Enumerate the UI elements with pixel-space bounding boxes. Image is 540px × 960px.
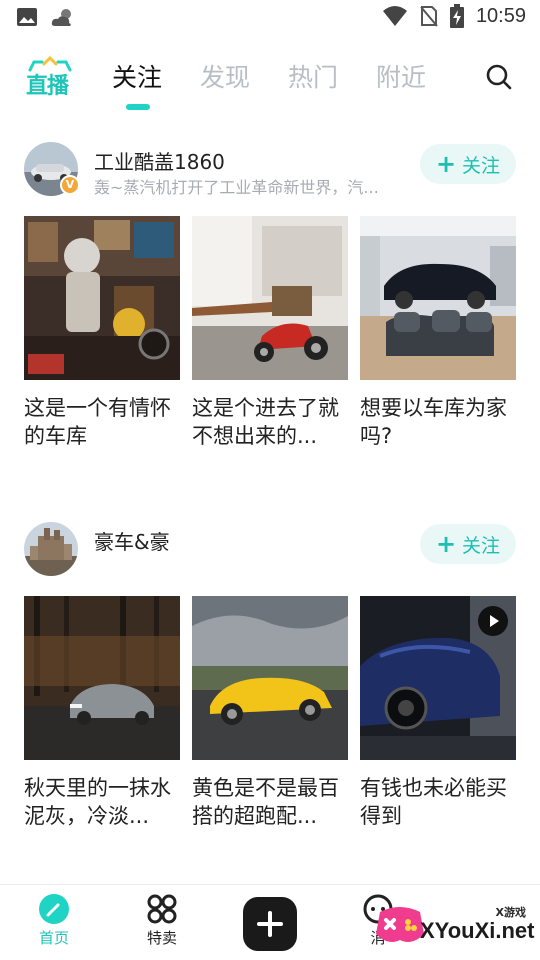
tab-nearby[interactable]: 附近 xyxy=(376,58,426,94)
plus-icon: + xyxy=(435,530,457,558)
verified-badge: V xyxy=(60,175,80,195)
nav-home[interactable]: 首页 xyxy=(14,893,94,948)
follow-button[interactable]: + 关注 xyxy=(420,144,516,184)
post-thumbnail[interactable] xyxy=(360,216,516,380)
post-thumbnail[interactable] xyxy=(360,596,516,760)
live-logo-text: 直播 xyxy=(26,74,69,99)
create-plus-icon xyxy=(257,911,283,937)
post-thumbnails xyxy=(24,596,516,760)
feed-card: 豪车&豪 + 关注 秋天里的一抹水泥灰，冷淡... 黄色是不是最百搭的超跑配..… xyxy=(24,522,516,842)
play-icon xyxy=(478,606,508,636)
search-icon[interactable] xyxy=(484,62,514,92)
plus-icon: + xyxy=(435,150,457,178)
weather-icon xyxy=(51,9,71,26)
nav-sale-label: 特卖 xyxy=(146,929,177,947)
battery-charging-icon xyxy=(449,4,464,28)
sale-grid-icon xyxy=(147,894,177,924)
status-bar: 10:59 xyxy=(0,0,540,36)
watermark-main: XYouXi.net xyxy=(420,918,535,943)
post-caption[interactable]: 有钱也未必能买得到 xyxy=(360,774,516,830)
avatar[interactable] xyxy=(24,522,78,576)
top-nav: 直播 关注 发现 热门 附近 xyxy=(0,48,540,110)
tab-following[interactable]: 关注 xyxy=(112,58,162,94)
home-compass-icon xyxy=(39,894,69,924)
tab-hot[interactable]: 热门 xyxy=(288,58,338,94)
status-time: 10:59 xyxy=(475,4,526,27)
post-caption[interactable]: 这是一个有情怀的车库 xyxy=(24,394,180,450)
post-thumbnail[interactable] xyxy=(192,596,348,760)
post-thumbnail[interactable] xyxy=(24,216,180,380)
username[interactable]: 豪车&豪 xyxy=(94,526,170,555)
post-thumbnails xyxy=(24,216,516,380)
post-caption[interactable]: 秋天里的一抹水泥灰，冷淡... xyxy=(24,774,180,830)
post-caption[interactable]: 想要以车库为家吗? xyxy=(360,394,516,450)
live-logo[interactable]: 直播 xyxy=(24,56,76,99)
follow-button[interactable]: + 关注 xyxy=(420,524,516,564)
create-button[interactable] xyxy=(243,897,297,951)
follow-label: 关注 xyxy=(462,154,501,177)
user-description: 轰~蒸汽机打开了工业革命新世界，汽... xyxy=(94,178,379,197)
tab-discover[interactable]: 发现 xyxy=(200,58,250,94)
post-thumbnail[interactable] xyxy=(192,216,348,380)
nav-sale[interactable]: 特卖 xyxy=(122,893,202,948)
nav-home-label: 首页 xyxy=(38,929,69,947)
no-sim-icon xyxy=(420,6,438,27)
follow-label: 关注 xyxy=(462,534,501,557)
username[interactable]: 工业酷盖1860 xyxy=(94,146,225,175)
active-tab-indicator xyxy=(126,104,150,110)
post-caption[interactable]: 这是个进去了就不想出来的... xyxy=(192,394,348,450)
post-caption[interactable]: 黄色是不是最百搭的超跑配... xyxy=(192,774,348,830)
post-thumbnail[interactable] xyxy=(24,596,180,760)
watermark: X游戏 XYouXi.net xyxy=(368,892,540,960)
image-icon xyxy=(17,8,37,26)
wifi-icon xyxy=(382,6,407,26)
feed-card: V 工业酷盖1860 轰~蒸汽机打开了工业革命新世界，汽... + 关注 这是一… xyxy=(24,142,516,462)
